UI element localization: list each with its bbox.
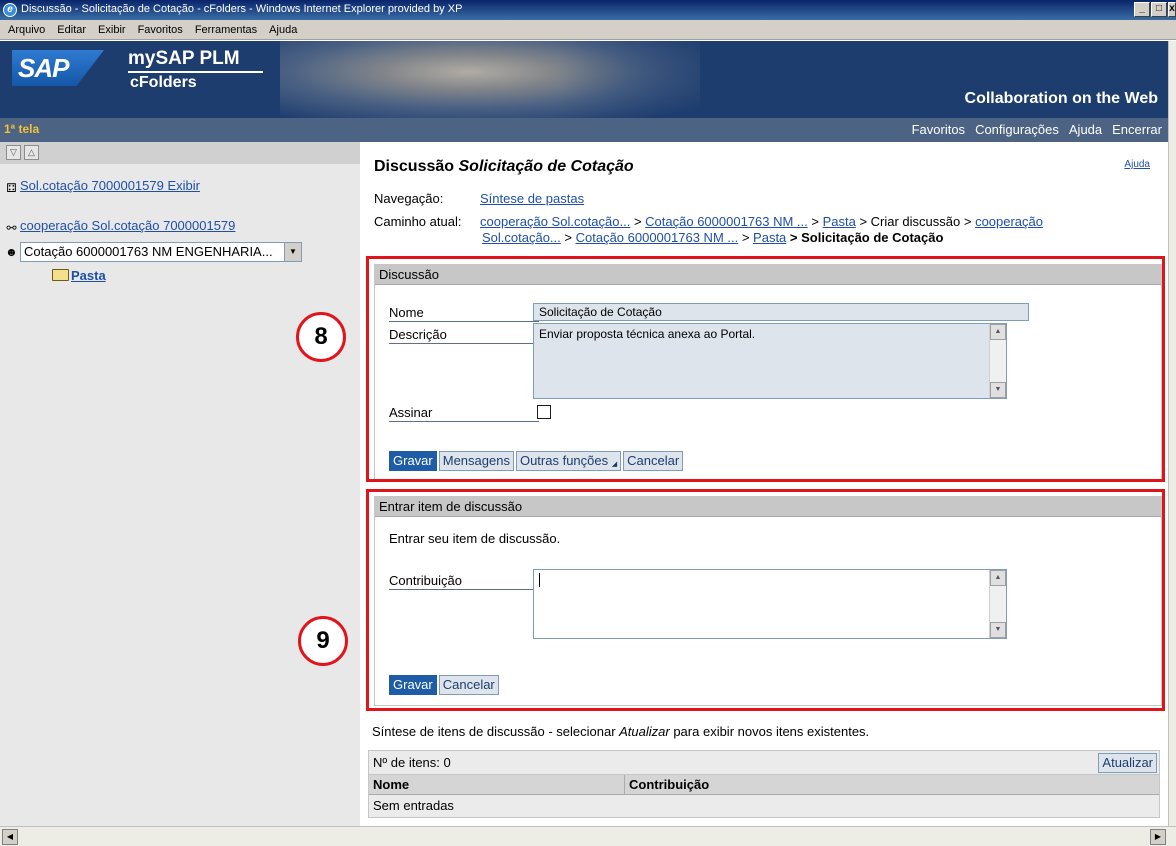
product-name: mySAP PLM cFolders	[128, 49, 263, 92]
sap-logo: SAP	[12, 50, 104, 86]
top-nav: 1ª tela Favoritos Configurações Ajuda En…	[0, 118, 1168, 142]
highlight-box-entry	[366, 489, 1165, 711]
folder-icon	[52, 269, 69, 281]
item-count: Nº de itens: 0	[373, 755, 451, 770]
menu-ferramentas[interactable]: Ferramentas	[190, 24, 264, 36]
page-horizontal-scrollbar[interactable]: ◀ ▶	[0, 826, 1176, 846]
breadcrumb-coop[interactable]: cooperação Sol.cotação...	[480, 214, 630, 229]
page-vertical-scrollbar[interactable]	[1168, 41, 1176, 826]
highlight-box-discussion	[366, 256, 1165, 482]
tree-cooperation-node[interactable]: ⚯ cooperação Sol.cotação 7000001579	[4, 218, 235, 235]
page-title: Discussão Solicitação de Cotação	[374, 158, 634, 176]
folder-link[interactable]: Pasta	[71, 268, 106, 283]
summary-text: Síntese de itens de discussão - selecion…	[372, 724, 870, 739]
summary-empty-row: Sem entradas	[369, 795, 1159, 817]
menu-ajuda[interactable]: Ajuda	[264, 24, 304, 36]
navigation-label: Navegação:	[374, 191, 444, 206]
network-icon: ⚃	[6, 181, 17, 195]
col-contribution-header[interactable]: Contribuição	[625, 775, 713, 794]
collapse-all-icon[interactable]: ▽	[6, 145, 21, 160]
menu-bar: Arquivo Editar Exibir Favoritos Ferramen…	[0, 20, 1176, 40]
nav-encerrar[interactable]: Encerrar	[1112, 122, 1162, 137]
minimize-button[interactable]: _	[1134, 2, 1150, 17]
scroll-left-icon[interactable]: ◀	[2, 829, 18, 845]
screen-label[interactable]: 1ª tela	[4, 122, 39, 136]
menu-exibir[interactable]: Exibir	[93, 24, 133, 36]
header-banner: SAP mySAP PLM cFolders Collaboration on …	[0, 41, 1168, 118]
navigation-row: Navegação: Síntese de pastas	[374, 191, 584, 206]
navigation-link[interactable]: Síntese de pastas	[480, 191, 584, 206]
breadcrumb: Caminho atual: cooperação Sol.cotação... …	[374, 214, 1044, 229]
ie-icon: e	[3, 3, 17, 17]
col-name-header[interactable]: Nome	[369, 775, 625, 794]
nav-favoritos[interactable]: Favoritos	[912, 122, 965, 137]
path-label: Caminho atual:	[374, 214, 462, 229]
window-title: Discussão - Solicitação de Cotação - cFo…	[21, 3, 463, 15]
tagline: Collaboration on the Web	[964, 90, 1158, 107]
menu-arquivo[interactable]: Arquivo	[3, 24, 52, 36]
tree-toolbar: ▽ △	[0, 142, 360, 164]
quote-select[interactable]: Cotação 6000001763 NM ENGENHARIA... ▼	[20, 242, 302, 262]
breadcrumb-current: > Solicitação de Cotação	[786, 230, 944, 245]
scroll-right-icon[interactable]: ▶	[1150, 829, 1166, 845]
expand-up-icon[interactable]: △	[24, 145, 39, 160]
main-content: Discussão Solicitação de Cotação Ajuda N…	[360, 142, 1168, 826]
close-button[interactable]: x	[1168, 2, 1176, 17]
tree-root-node[interactable]: ⚃ Sol.cotação 7000001579 Exibir	[4, 178, 200, 195]
breadcrumb-coop-2[interactable]: cooperação	[975, 214, 1043, 229]
breadcrumb-folder[interactable]: Pasta	[823, 214, 856, 229]
breadcrumb-sol[interactable]: Sol.cotação...	[482, 230, 561, 245]
breadcrumb-line-2: Sol.cotação... > Cotação 6000001763 NM .…	[482, 230, 944, 245]
callout-9: 9	[298, 616, 348, 666]
menu-favoritos[interactable]: Favoritos	[133, 24, 190, 36]
refresh-button[interactable]: Atualizar	[1098, 753, 1157, 773]
breadcrumb-quote-2[interactable]: Cotação 6000001763 NM ...	[576, 230, 739, 245]
chevron-down-icon[interactable]: ▼	[284, 243, 301, 261]
cooperation-link[interactable]: cooperação Sol.cotação 7000001579	[20, 218, 235, 233]
summary-count-row: Nº de itens: 0 Atualizar	[369, 751, 1159, 775]
product-line-2: cFolders	[130, 74, 197, 91]
callout-8: 8	[296, 312, 346, 362]
nav-configuracoes[interactable]: Configurações	[975, 122, 1059, 137]
page-title-prefix: Discussão	[374, 158, 455, 175]
breadcrumb-text: > Criar discussão >	[855, 214, 976, 229]
summary-header-row: Nome Contribuição	[369, 775, 1159, 795]
product-line-1: mySAP PLM	[128, 48, 240, 69]
binoculars-icon: ⚯	[6, 221, 17, 235]
nav-ajuda[interactable]: Ajuda	[1069, 122, 1102, 137]
tree-root-link[interactable]: Sol.cotação 7000001579 Exibir	[20, 178, 200, 193]
maximize-button[interactable]: □	[1151, 2, 1167, 17]
breadcrumb-folder-2[interactable]: Pasta	[753, 230, 786, 245]
page-title-name: Solicitação de Cotação	[458, 158, 634, 175]
quote-select-value: Cotação 6000001763 NM ENGENHARIA...	[24, 244, 273, 259]
menu-editar[interactable]: Editar	[52, 24, 93, 36]
breadcrumb-quote[interactable]: Cotação 6000001763 NM ...	[645, 214, 808, 229]
tree-pane: ▽ △ ⚃ Sol.cotação 7000001579 Exibir ⚯ coop…	[0, 142, 360, 826]
window-title-bar: e Discussão - Solicitação de Cotação - c…	[0, 0, 1176, 20]
summary-table: Nº de itens: 0 Atualizar Nome Contribuiç…	[368, 750, 1160, 818]
help-link[interactable]: Ajuda	[1124, 159, 1150, 170]
users-icon: ☻	[5, 245, 18, 259]
tree-folder-node[interactable]: Pasta	[52, 268, 106, 283]
tree-quote-node: ☻ Cotação 6000001763 NM ENGENHARIA... ▼	[4, 242, 302, 262]
